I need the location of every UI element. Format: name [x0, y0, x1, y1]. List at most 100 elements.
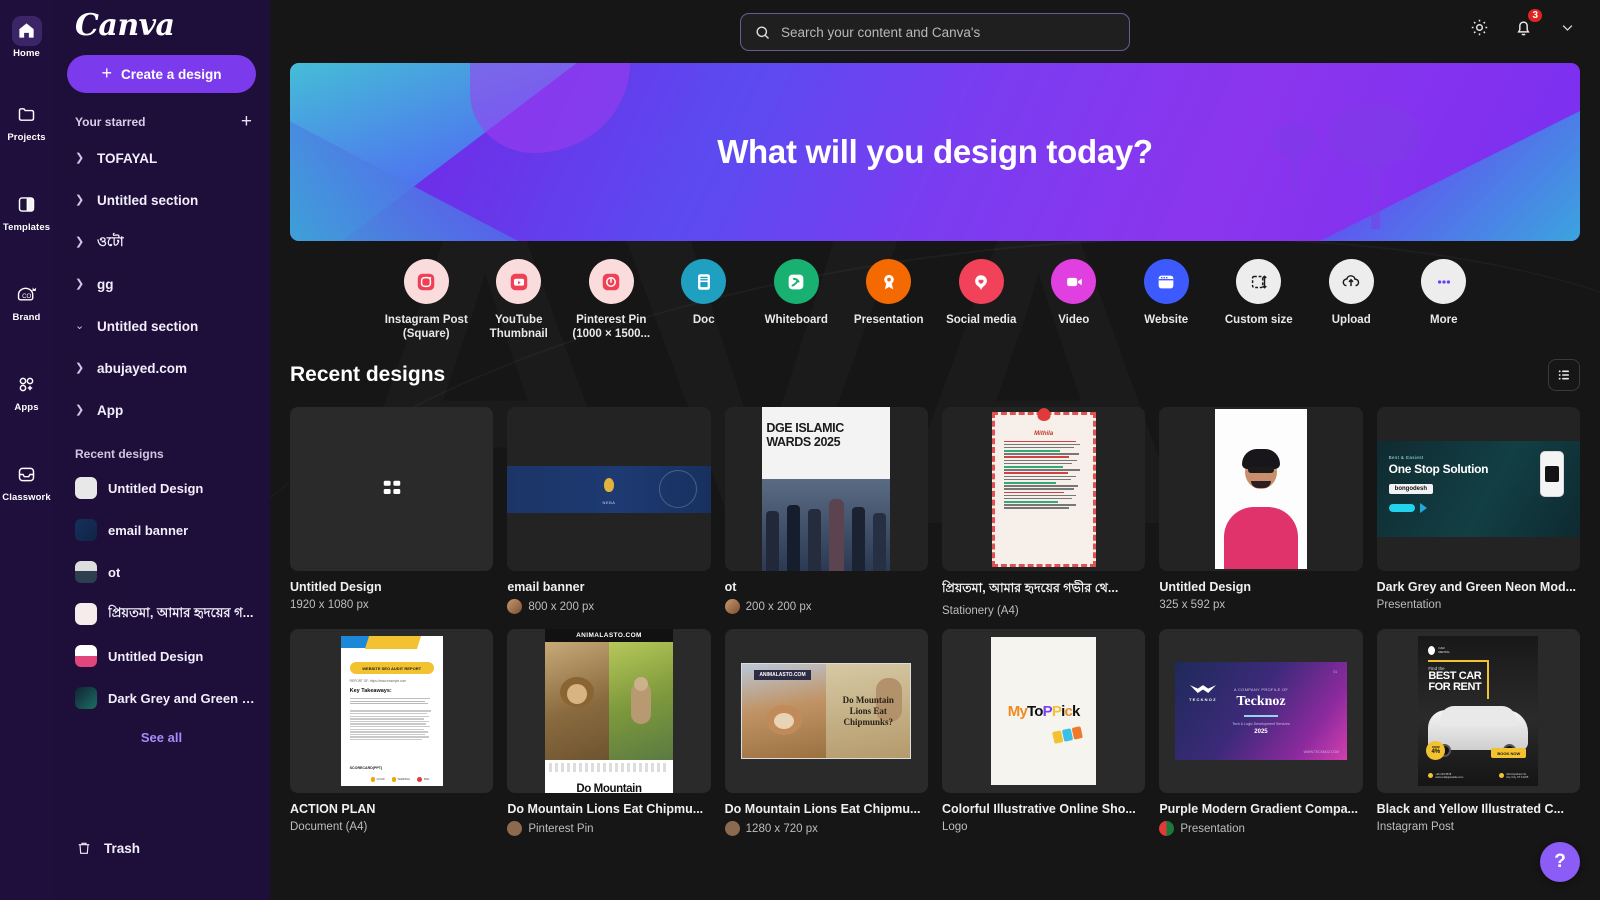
design-card[interactable]: ANIMALASTO.COM Do Mountain Do Mountain L…: [507, 629, 711, 836]
design-type-label: YouTube Thumbnail: [489, 314, 548, 340]
chevron-right-icon: ❯: [75, 235, 85, 248]
notifications-button[interactable]: 3: [1510, 7, 1544, 40]
plus-icon: +: [101, 63, 112, 83]
design-card-title: Dark Grey and Green Neon Mod...: [1376, 580, 1577, 594]
gear-icon: [1471, 19, 1487, 35]
design-card-meta-text: Pinterest Pin: [528, 822, 594, 835]
left-icon-rail: Home Projects Templates CO Brand Apps Cl…: [0, 0, 53, 900]
design-type-youtube-thumbnail[interactable]: YouTube Thumbnail: [473, 259, 566, 341]
brand-crown-icon: CO: [12, 280, 42, 310]
rail-label-home: Home: [13, 47, 40, 59]
starred-item-label: gg: [97, 276, 114, 292]
starred-item-label: Untitled section: [97, 318, 199, 334]
design-card[interactable]: Untitled Design 1920 x 1080 px: [290, 407, 494, 617]
design-card-meta: 325 x 592 px: [1159, 599, 1362, 611]
design-card[interactable]: NEBA email banner 800 x 200 px: [507, 407, 711, 617]
design-card[interactable]: CAR RENTAL Find the BEST CAR FOR RENT FROM…: [1376, 629, 1580, 836]
design-type-label: More: [1430, 314, 1458, 326]
youtube-icon: [496, 259, 542, 304]
design-card-thumbnail: ANIMALASTO.COM Do Mountain Lions Eat Chipm…: [724, 629, 928, 793]
starred-item-oto[interactable]: ❯ ওটো: [63, 221, 260, 263]
help-button[interactable]: ?: [1540, 842, 1580, 882]
design-type-presentation[interactable]: Presentation: [843, 259, 936, 341]
design-card-meta-text: 325 x 592 px: [1159, 599, 1226, 611]
design-card[interactable]: Untitled Design 325 x 592 px: [1159, 407, 1363, 617]
design-type-whiteboard[interactable]: Whiteboard: [750, 259, 843, 341]
list-item-label: email banner: [108, 522, 189, 538]
design-type-website[interactable]: Website: [1120, 259, 1213, 341]
list-item[interactable]: Untitled Design: [63, 635, 260, 677]
starred-item-app[interactable]: ❯ App: [63, 389, 260, 431]
doc-icon: [681, 259, 727, 304]
presentation-icon: [866, 259, 912, 304]
design-type-doc[interactable]: Doc: [658, 259, 751, 341]
design-thumbnail: [75, 603, 97, 625]
design-card-title: Do Mountain Lions Eat Chipmu...: [724, 802, 921, 816]
video-icon: [1051, 259, 1097, 304]
design-type-social-media[interactable]: Social media: [935, 259, 1028, 341]
rail-item-classwork[interactable]: Classwork: [0, 450, 53, 512]
chevron-right-icon: ❯: [75, 361, 85, 374]
see-all-link[interactable]: See all: [63, 719, 260, 756]
rail-item-projects[interactable]: Projects: [0, 90, 53, 152]
design-card-meta: Logo: [942, 821, 1145, 833]
list-item[interactable]: Dark Grey and Green N...: [63, 677, 260, 719]
design-thumbnail: [75, 477, 97, 499]
design-type-custom-size[interactable]: Custom size: [1213, 259, 1306, 341]
rail-item-apps[interactable]: Apps: [0, 360, 53, 422]
whiteboard-icon: [773, 259, 819, 304]
design-type-video[interactable]: Video: [1028, 259, 1121, 341]
design-thumbnail: [75, 561, 97, 583]
starred-item-untitled-section-2[interactable]: ⌄ Untitled section: [63, 305, 260, 347]
design-card-thumbnail: [290, 407, 494, 571]
design-card[interactable]: MyToPPick Colorful Illustrative Online S…: [941, 629, 1146, 836]
rail-item-home[interactable]: Home: [0, 6, 53, 68]
rail-label-apps: Apps: [14, 401, 39, 413]
canva-home-app: Home Projects Templates CO Brand Apps Cl…: [0, 0, 1600, 900]
notification-badge: 3: [1526, 7, 1544, 24]
list-item[interactable]: ot: [63, 551, 260, 593]
rail-label-classwork: Classwork: [2, 491, 51, 503]
design-card[interactable]: Mithila প্রিয়তমা, আমার হৃদয়ের গভীর থে.…: [941, 407, 1146, 617]
search-input[interactable]: [781, 24, 1111, 40]
design-card[interactable]: DGE ISLAMIC WARDS 2025 ot 200 x 200 px: [724, 407, 928, 617]
list-item[interactable]: email banner: [63, 509, 260, 551]
canva-logo[interactable]: Canva: [63, 0, 260, 49]
design-type-label: Upload: [1331, 314, 1371, 326]
design-card-thumbnail: MyToPPick: [941, 629, 1146, 793]
rail-item-templates[interactable]: Templates: [0, 180, 53, 242]
rail-label-brand: Brand: [12, 311, 41, 323]
grid-placeholder-icon: [383, 480, 400, 495]
design-card[interactable]: WEBSITE SEO AUDIT REPORT REPORT OF: http…: [290, 629, 494, 836]
design-card-thumbnail: NEBA: [507, 407, 711, 571]
design-card[interactable]: Best & Easiest One Stop Solution bongode…: [1376, 407, 1580, 617]
search-box[interactable]: [740, 13, 1130, 51]
starred-item-gg[interactable]: ❯ gg: [63, 263, 260, 305]
starred-item-tofayal[interactable]: ❯ TOFAYAL: [63, 137, 260, 179]
design-type-upload[interactable]: Upload: [1305, 259, 1398, 341]
design-card[interactable]: ANIMALASTO.COM Do Mountain Lions Eat Chipm…: [724, 629, 928, 836]
design-type-pinterest-pin[interactable]: Pinterest Pin (1000 × 1500...: [565, 259, 658, 341]
design-type-instagram-post[interactable]: Instagram Post (Square): [380, 259, 473, 341]
trash-button[interactable]: Trash: [63, 828, 260, 868]
starred-item-untitled-section-1[interactable]: ❯ Untitled section: [63, 179, 260, 221]
starred-item-label: TOFAYAL: [97, 150, 158, 166]
list-item[interactable]: Untitled Design: [63, 467, 260, 509]
design-card[interactable]: TECKNOZ A COMPANY PROFILE OF Tecknoz Tec…: [1159, 629, 1363, 836]
settings-button[interactable]: [1466, 14, 1492, 40]
account-menu-button[interactable]: [1554, 14, 1580, 40]
starred-item-abujayed-com[interactable]: ❯ abujayed.com: [63, 347, 260, 389]
design-card-title: ot: [724, 580, 737, 594]
starred-item-label: abujayed.com: [97, 360, 188, 376]
rail-item-brand[interactable]: CO Brand: [0, 270, 53, 332]
design-type-label: Video: [1058, 314, 1090, 326]
design-thumbnail: [75, 645, 97, 667]
design-type-more[interactable]: More: [1398, 259, 1491, 341]
design-card-title: email banner: [507, 580, 585, 594]
sidebar: Canva + Create a design Your starred + ❯…: [53, 0, 270, 900]
design-card-thumbnail: DGE ISLAMIC WARDS 2025: [724, 407, 928, 571]
add-starred-button[interactable]: +: [241, 112, 252, 131]
create-a-design-button[interactable]: + Create a design: [67, 55, 256, 93]
list-item[interactable]: প্রিয়তমা, আমার হৃদয়ের গ...: [63, 593, 260, 635]
list-view-toggle-button[interactable]: [1548, 359, 1580, 391]
